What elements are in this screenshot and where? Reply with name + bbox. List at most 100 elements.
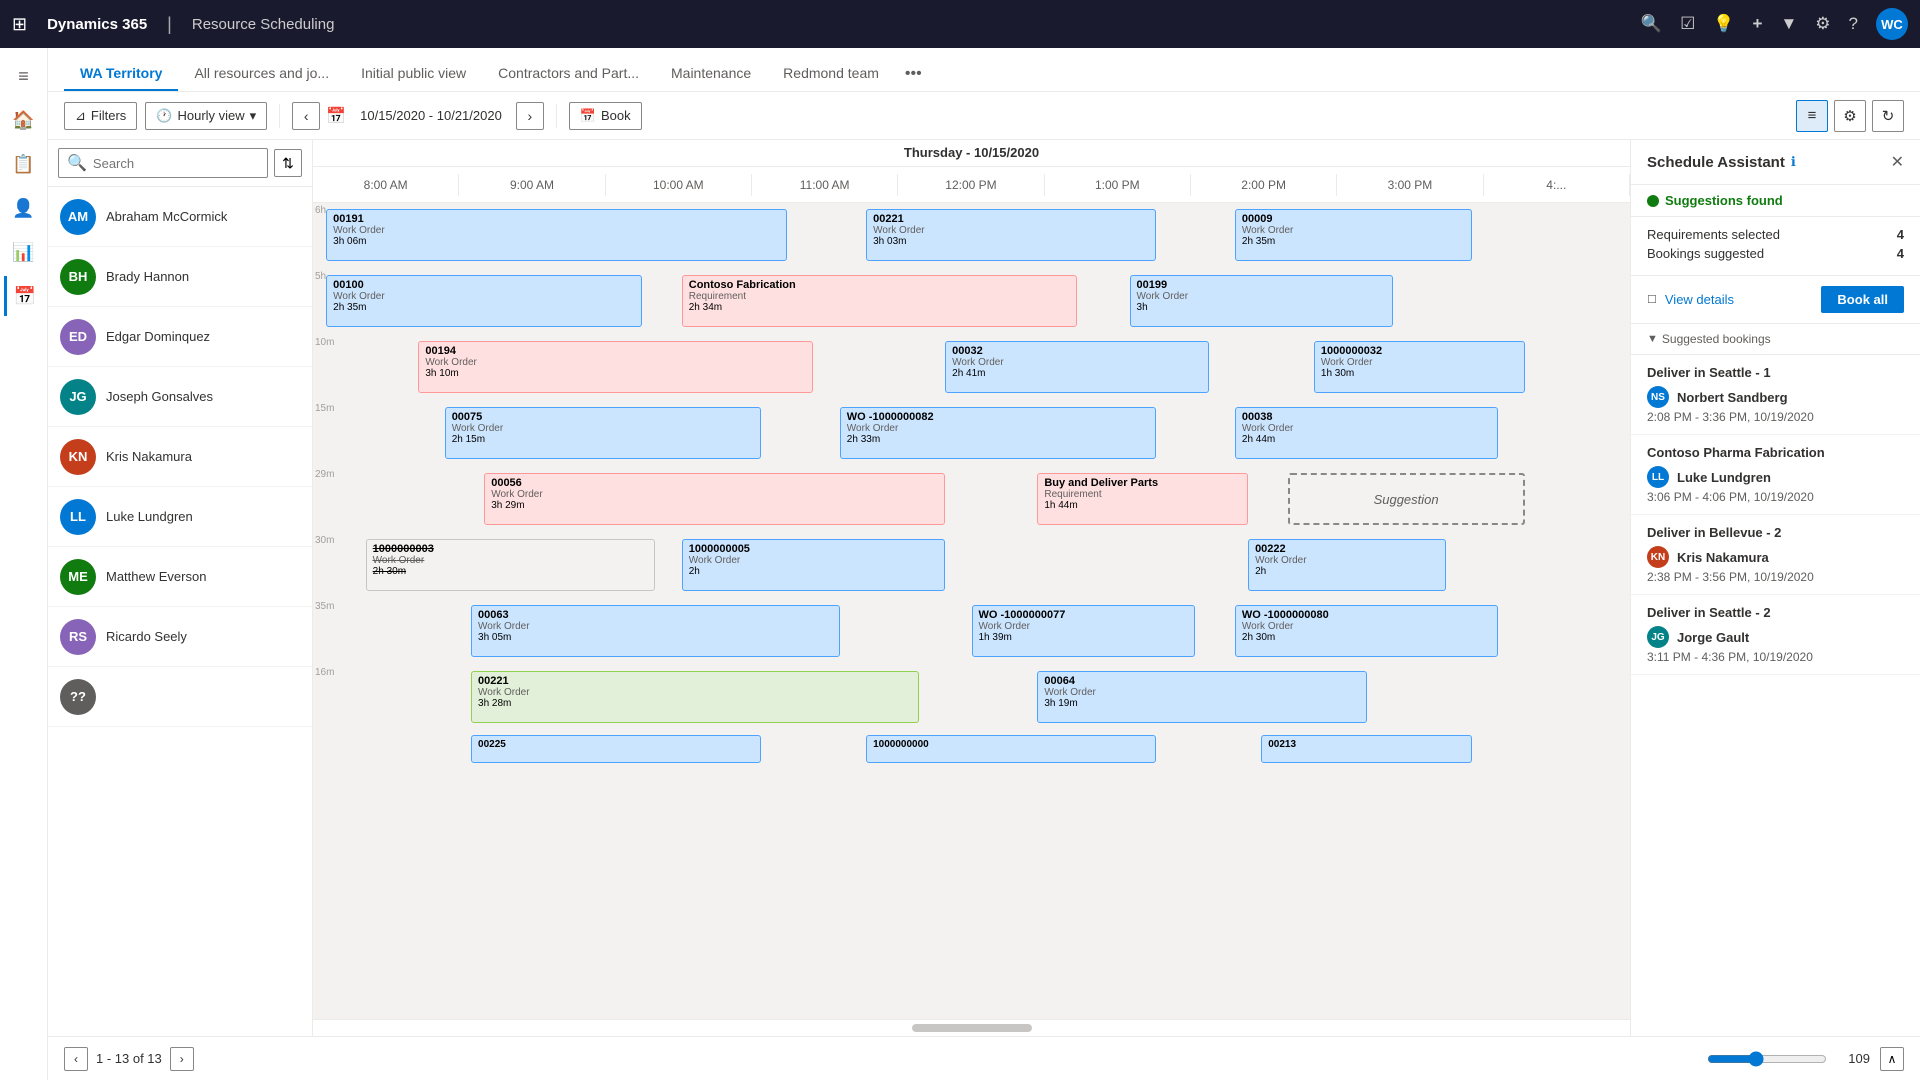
booking-00194[interactable]: 00194 Work Order 3h 10m xyxy=(418,341,813,393)
booking-00213[interactable]: 00213 xyxy=(1261,735,1472,763)
sidebar-calendar-icon[interactable]: 📅 xyxy=(4,276,44,316)
booking-suggestion[interactable]: Suggestion xyxy=(1288,473,1525,525)
bottom-bar: ‹ 1 - 13 of 13 › 109 ∧ xyxy=(48,1036,1920,1080)
resource-avatar-0: AM xyxy=(60,199,96,235)
booking-1000000005[interactable]: 1000000005 Work Order 2h xyxy=(682,539,945,591)
booking-00221-r7[interactable]: 00221 Work Order 3h 28m xyxy=(471,671,919,723)
checklist-icon[interactable]: ☑ xyxy=(1680,14,1695,34)
booking-00221-r0[interactable]: 00221 Work Order 3h 03m xyxy=(866,209,1156,261)
booking-00032[interactable]: 00032 Work Order 2h 41m xyxy=(945,341,1208,393)
tab-redmond[interactable]: Redmond team xyxy=(767,57,895,91)
person-avatar-0: NS xyxy=(1647,386,1669,408)
suggestion-item-3[interactable]: Deliver in Seattle - 2 JG Jorge Gault 3:… xyxy=(1631,595,1920,675)
sidebar-chart-icon[interactable]: 📊 xyxy=(4,232,44,272)
sidebar-users-icon[interactable]: 👤 xyxy=(4,188,44,228)
lightbulb-icon[interactable]: 💡 xyxy=(1713,14,1734,34)
refresh-button[interactable]: ↻ xyxy=(1872,100,1904,132)
booking-1000000003[interactable]: 1000000003 Work Order 2h 30m xyxy=(366,539,656,591)
stat-requirements: Requirements selected 4 xyxy=(1647,227,1904,242)
tab-initial-public-view[interactable]: Initial public view xyxy=(345,57,482,91)
tab-contractors[interactable]: Contractors and Part... xyxy=(482,57,655,91)
suggestion-item-2[interactable]: Deliver in Bellevue - 2 KN Kris Nakamura… xyxy=(1631,515,1920,595)
tabs-more-button[interactable]: ••• xyxy=(895,57,932,91)
filter-icon[interactable]: ▼ xyxy=(1780,14,1797,34)
sidebar-items-icon[interactable]: 📋 xyxy=(4,144,44,184)
clock-icon: 🕐 xyxy=(156,108,172,124)
add-icon[interactable]: + xyxy=(1753,14,1763,34)
row-8-cells: 00225 1000000000 00213 xyxy=(313,731,1630,790)
tab-maintenance[interactable]: Maintenance xyxy=(655,57,767,91)
row-2-cells: 10m 00194 Work Order 3h 10m 00032 Work O… xyxy=(313,335,1630,401)
booking-00191[interactable]: 00191 Work Order 3h 06m xyxy=(326,209,787,261)
booking-contoso-fabrication[interactable]: Contoso Fabrication Requirement 2h 34m xyxy=(682,275,1077,327)
collapse-button[interactable]: ∧ xyxy=(1880,1047,1904,1071)
book-button[interactable]: 📅 Book xyxy=(569,102,642,130)
search-box[interactable]: 🔍 xyxy=(58,148,268,178)
sort-button[interactable]: ⇅ xyxy=(274,149,302,177)
booking-1000000000[interactable]: 1000000000 xyxy=(866,735,1156,763)
booking-buy-deliver-parts[interactable]: Buy and Deliver Parts Requirement 1h 44m xyxy=(1037,473,1248,525)
settings-icon[interactable]: ⚙ xyxy=(1815,14,1830,34)
filters-button[interactable]: ⊿ Filters xyxy=(64,102,137,130)
resource-name-3: Joseph Gonsalves xyxy=(106,389,213,404)
booking-wo1000000082[interactable]: WO -1000000082 Work Order 2h 33m xyxy=(840,407,1156,459)
help-icon[interactable]: ? xyxy=(1849,14,1858,34)
settings-view-button[interactable]: ⚙ xyxy=(1834,100,1866,132)
assistant-close-button[interactable]: ✕ xyxy=(1891,152,1904,172)
resource-item-1[interactable]: BH Brady Hannon xyxy=(48,247,312,307)
person-name-1: Luke Lundgren xyxy=(1677,470,1771,485)
hourly-view-button[interactable]: 🕐 Hourly view ▾ xyxy=(145,102,267,130)
app-grid-icon[interactable]: ⊞ xyxy=(12,14,27,35)
timeline-day-header: Thursday - 10/15/2020 xyxy=(313,140,1630,167)
resource-item-4[interactable]: KN Kris Nakamura xyxy=(48,427,312,487)
suggestion-item-0[interactable]: Deliver in Seattle - 1 NS Norbert Sandbe… xyxy=(1631,355,1920,435)
user-avatar[interactable]: WC xyxy=(1876,8,1908,40)
resource-item-6[interactable]: ME Matthew Everson xyxy=(48,547,312,607)
booking-1000000032[interactable]: 1000000032 Work Order 1h 30m xyxy=(1314,341,1525,393)
booking-00100[interactable]: 00100 Work Order 2h 35m xyxy=(326,275,642,327)
time-slot-1pm: 1:00 PM xyxy=(1045,174,1191,196)
time-slot-9am: 9:00 AM xyxy=(459,174,605,196)
resource-item-3[interactable]: JG Joseph Gonsalves xyxy=(48,367,312,427)
zoom-slider[interactable] xyxy=(1707,1051,1827,1067)
sidebar-home-icon[interactable]: 🏠 xyxy=(4,100,44,140)
resource-item-7[interactable]: RS Ricardo Seely xyxy=(48,607,312,667)
prev-page-button[interactable]: ‹ xyxy=(64,1047,88,1071)
suggestion-title-1: Contoso Pharma Fabrication xyxy=(1647,445,1904,460)
resource-name-6: Matthew Everson xyxy=(106,569,206,584)
booking-wo1000000077[interactable]: WO -1000000077 Work Order 1h 39m xyxy=(972,605,1196,657)
resource-avatar-5: LL xyxy=(60,499,96,535)
assistant-info-icon[interactable]: ℹ xyxy=(1791,154,1796,170)
search-nav-icon[interactable]: 🔍 xyxy=(1641,14,1662,34)
next-page-button[interactable]: › xyxy=(170,1047,194,1071)
view-details-link[interactable]: View details xyxy=(1665,292,1734,307)
scrollbar-thumb[interactable] xyxy=(912,1024,1032,1032)
booking-00056[interactable]: 00056 Work Order 3h 29m xyxy=(484,473,945,525)
list-view-button[interactable]: ≡ xyxy=(1796,100,1828,132)
search-input[interactable] xyxy=(93,156,259,171)
booking-00064[interactable]: 00064 Work Order 3h 19m xyxy=(1037,671,1366,723)
timeline-scrollbar[interactable] xyxy=(313,1019,1630,1036)
next-date-button[interactable]: › xyxy=(516,102,544,130)
prev-date-button[interactable]: ‹ xyxy=(292,102,320,130)
suggestion-person-1: LL Luke Lundgren xyxy=(1647,466,1904,488)
booking-00009[interactable]: 00009 Work Order 2h 35m xyxy=(1235,209,1472,261)
book-all-button[interactable]: Book all xyxy=(1821,286,1904,313)
booking-00075[interactable]: 00075 Work Order 2h 15m xyxy=(445,407,761,459)
tab-all-resources[interactable]: All resources and jo... xyxy=(178,57,345,91)
resource-item-8[interactable]: ?? xyxy=(48,667,312,727)
booking-wo1000000080[interactable]: WO -1000000080 Work Order 2h 30m xyxy=(1235,605,1498,657)
tab-wa-territory[interactable]: WA Territory xyxy=(64,57,178,91)
booking-00225[interactable]: 00225 xyxy=(471,735,761,763)
suggestion-item-1[interactable]: Contoso Pharma Fabrication LL Luke Lundg… xyxy=(1631,435,1920,515)
resource-item-2[interactable]: ED Edgar Dominquez xyxy=(48,307,312,367)
timeline-row-4: 29m 00056 Work Order 3h 29m Buy and Deli… xyxy=(313,467,1630,533)
booking-00063[interactable]: 00063 Work Order 3h 05m xyxy=(471,605,840,657)
booking-00038[interactable]: 00038 Work Order 2h 44m xyxy=(1235,407,1498,459)
sidebar-menu-icon[interactable]: ≡ xyxy=(4,56,44,96)
resource-item-0[interactable]: AM Abraham McCormick xyxy=(48,187,312,247)
suggestion-time-0: 2:08 PM - 3:36 PM, 10/19/2020 xyxy=(1647,410,1904,424)
resource-item-5[interactable]: LL Luke Lundgren xyxy=(48,487,312,547)
booking-00199[interactable]: 00199 Work Order 3h xyxy=(1130,275,1393,327)
booking-00222[interactable]: 00222 Work Order 2h xyxy=(1248,539,1446,591)
